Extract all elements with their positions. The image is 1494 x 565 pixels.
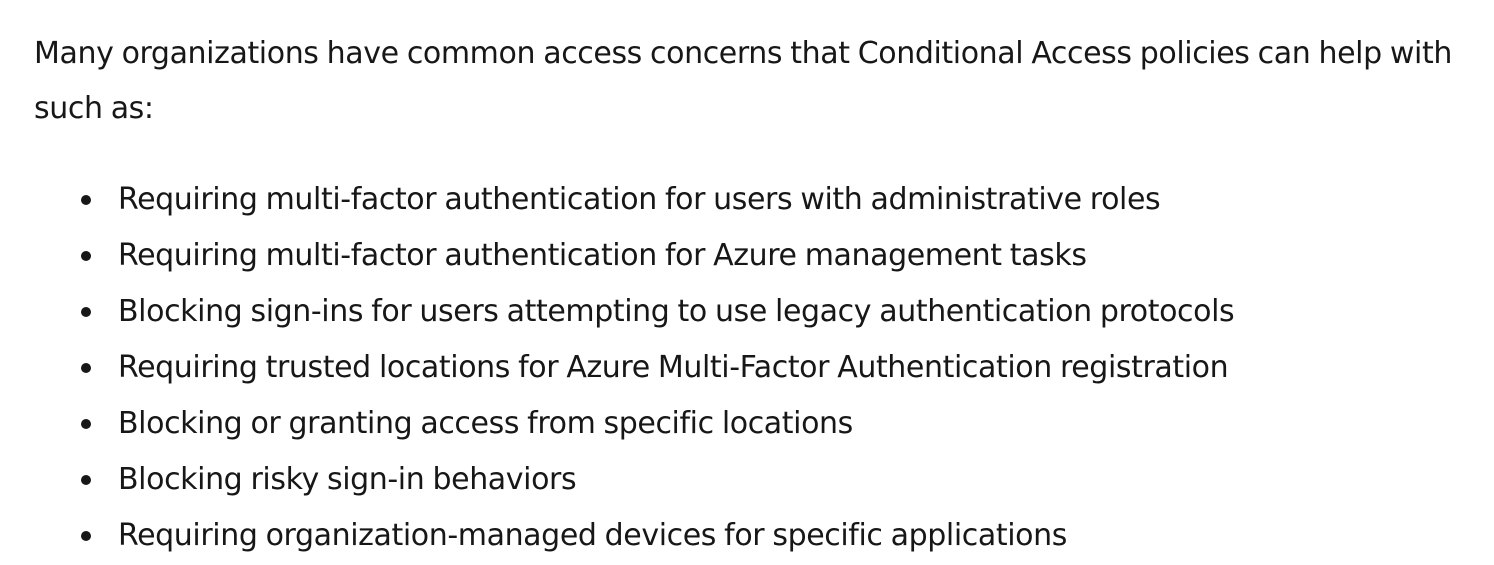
list-item-text: Requiring organization-managed devices f… [118, 518, 1067, 553]
document-body: Many organizations have common access co… [34, 26, 1484, 564]
access-concerns-list: Requiring multi-factor authentication fo… [34, 172, 1484, 564]
list-item-text: Requiring multi-factor authentication fo… [118, 182, 1161, 217]
bullet-dot-icon [81, 419, 91, 429]
list-item: Requiring multi-factor authentication fo… [34, 228, 1484, 284]
list-item-text: Requiring trusted locations for Azure Mu… [118, 350, 1229, 385]
list-item: Blocking risky sign-in behaviors [34, 452, 1484, 508]
list-item-text: Blocking risky sign-in behaviors [118, 462, 577, 497]
list-item: Blocking or granting access from specifi… [34, 396, 1484, 452]
bullet-dot-icon [81, 475, 91, 485]
list-item-text: Requiring multi-factor authentication fo… [118, 238, 1087, 273]
list-item: Blocking sign-ins for users attempting t… [34, 284, 1484, 340]
bullet-dot-icon [81, 195, 91, 205]
intro-paragraph: Many organizations have common access co… [34, 36, 1452, 126]
bullet-dot-icon [81, 363, 91, 373]
list-item-text: Blocking or granting access from specifi… [118, 406, 853, 441]
list-item: Requiring multi-factor authentication fo… [34, 172, 1484, 228]
list-item: Requiring organization-managed devices f… [34, 508, 1484, 564]
list-item: Requiring trusted locations for Azure Mu… [34, 340, 1484, 396]
bullet-dot-icon [81, 307, 91, 317]
bullet-dot-icon [81, 251, 91, 261]
list-item-text: Blocking sign-ins for users attempting t… [118, 294, 1235, 329]
bullet-dot-icon [81, 531, 91, 541]
